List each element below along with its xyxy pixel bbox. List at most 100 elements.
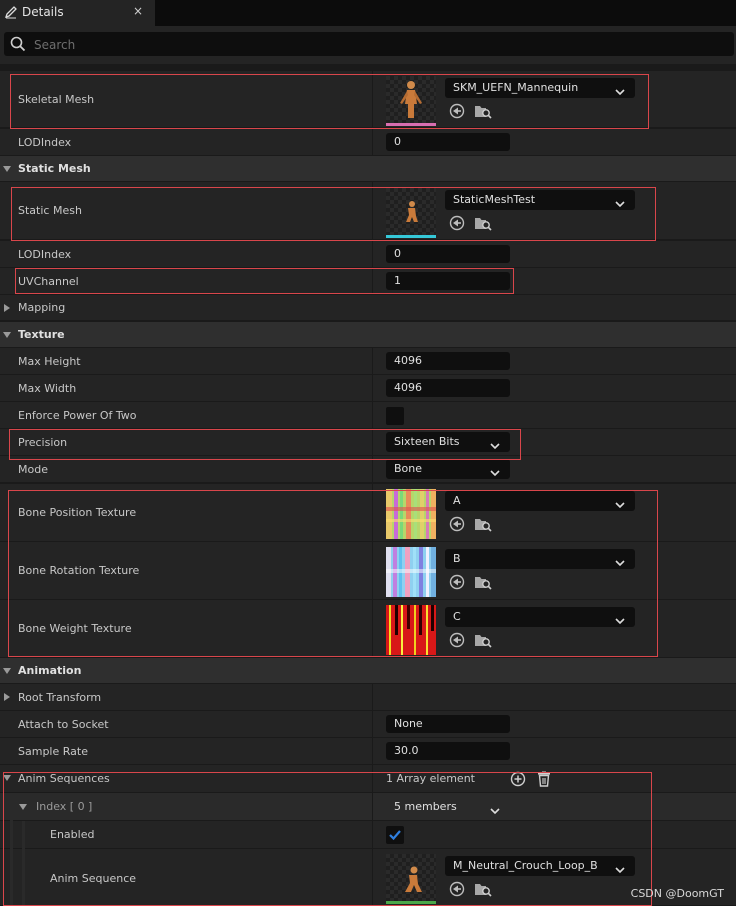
bone-weight-texture-thumbnail[interactable] — [386, 605, 436, 655]
add-element-icon[interactable] — [510, 771, 526, 790]
static-lodindex-input[interactable]: 0 — [386, 245, 510, 263]
bone-weight-texture-label: Bone Weight Texture — [18, 622, 132, 635]
row-max-width: Max Width 4096 — [0, 375, 736, 402]
anim-sequence-thumbnail[interactable] — [386, 854, 436, 904]
mode-dropdown[interactable]: Bone — [386, 459, 510, 479]
chevron-down-icon — [490, 802, 500, 822]
mode-label: Mode — [18, 463, 48, 476]
index-0-label: Index [ 0 ] — [36, 800, 93, 813]
browse-asset-icon[interactable] — [474, 215, 492, 234]
static-mesh-value: StaticMeshTest — [453, 193, 536, 206]
search-input[interactable] — [32, 35, 716, 55]
browse-asset-icon[interactable] — [474, 881, 492, 900]
use-selected-asset-icon[interactable] — [449, 103, 465, 122]
static-mesh-picker[interactable]: StaticMeshTest — [445, 190, 635, 210]
bone-rotation-texture-picker[interactable]: B — [445, 549, 635, 569]
bone-weight-texture-value: C — [453, 610, 461, 623]
uvchannel-label: UVChannel — [18, 275, 79, 288]
expand-arrow-icon — [3, 775, 11, 781]
row-static-lodindex: LODIndex 0 — [0, 241, 736, 268]
chevron-down-icon — [615, 554, 625, 574]
section-animation-title: Animation — [18, 664, 82, 677]
precision-label: Precision — [18, 436, 68, 449]
details-panel: Skeletal Mesh SKM_UEFN_Mannequin LODInde… — [0, 64, 736, 906]
use-selected-asset-icon[interactable] — [449, 632, 465, 651]
row-skeletal-lodindex: LODIndex 0 — [0, 129, 736, 156]
enabled-label: Enabled — [50, 828, 95, 841]
pen-icon — [4, 5, 18, 22]
section-texture-title: Texture — [18, 328, 65, 341]
row-root-transform[interactable]: Root Transform — [0, 684, 736, 711]
uvchannel-input[interactable]: 1 — [386, 272, 510, 290]
anim-sequence-picker[interactable]: M_Neutral_Crouch_Loop_B — [445, 856, 635, 876]
row-index-0[interactable]: Index [ 0 ] 5 members — [0, 793, 736, 821]
row-anim-sequences[interactable]: Anim Sequences 1 Array element — [0, 765, 736, 793]
expand-arrow-icon — [3, 668, 11, 674]
browse-asset-icon[interactable] — [474, 574, 492, 593]
row-precision: Precision Sixteen Bits — [0, 429, 736, 456]
chevron-down-icon — [615, 195, 625, 215]
collapse-arrow-icon — [4, 304, 10, 312]
browse-asset-icon[interactable] — [474, 632, 492, 651]
row-anim-sequence: Anim Sequence M_Neutral_Crouch_Loop_B — [0, 849, 736, 906]
row-enabled: Enabled — [0, 821, 736, 849]
search-icon — [10, 36, 26, 55]
section-mapping[interactable]: Mapping — [0, 295, 736, 321]
enforce-power-of-two-checkbox[interactable] — [386, 407, 404, 425]
static-mesh-thumbnail[interactable] — [386, 188, 436, 238]
skeletal-mesh-picker[interactable]: SKM_UEFN_Mannequin — [445, 78, 635, 98]
skeletal-mesh-thumbnail[interactable] — [386, 76, 436, 126]
max-height-input[interactable]: 4096 — [386, 352, 510, 370]
row-skeletal-mesh: Skeletal Mesh SKM_UEFN_Mannequin — [0, 71, 736, 128]
anim-sequences-count: 1 Array element — [386, 772, 475, 785]
close-icon[interactable]: × — [133, 4, 143, 18]
static-mesh-label: Static Mesh — [18, 204, 82, 217]
expand-arrow-icon — [19, 804, 27, 810]
row-max-height: Max Height 4096 — [0, 348, 736, 375]
bone-position-texture-picker[interactable]: A — [445, 491, 635, 511]
mode-value: Bone — [394, 462, 423, 475]
use-selected-asset-icon[interactable] — [449, 574, 465, 593]
bone-weight-texture-picker[interactable]: C — [445, 607, 635, 627]
chevron-down-icon — [490, 464, 500, 484]
chevron-down-icon — [615, 612, 625, 632]
bone-position-texture-label: Bone Position Texture — [18, 506, 137, 519]
expand-arrow-icon — [3, 166, 11, 172]
browse-asset-icon[interactable] — [474, 516, 492, 535]
enabled-checkbox[interactable] — [386, 826, 404, 844]
skeletal-lodindex-label: LODIndex — [18, 136, 72, 149]
bone-position-texture-thumbnail[interactable] — [386, 489, 436, 539]
chevron-down-icon — [615, 83, 625, 103]
row-static-mesh: Static Mesh StaticMeshTest — [0, 182, 736, 240]
use-selected-asset-icon[interactable] — [449, 516, 465, 535]
enforce-power-of-two-label: Enforce Power Of Two — [18, 409, 137, 422]
row-bone-rotation-texture: Bone Rotation Texture B — [0, 542, 736, 600]
section-static-mesh-title: Static Mesh — [18, 162, 91, 175]
search-box — [4, 32, 734, 56]
row-bone-position-texture: Bone Position Texture A — [0, 484, 736, 542]
index-0-members-dropdown[interactable]: 5 members — [386, 797, 510, 817]
precision-dropdown[interactable]: Sixteen Bits — [386, 432, 510, 452]
static-lodindex-label: LODIndex — [18, 248, 72, 261]
use-selected-asset-icon[interactable] — [449, 881, 465, 900]
anim-sequence-value: M_Neutral_Crouch_Loop_B — [453, 859, 598, 872]
trash-icon[interactable] — [537, 771, 551, 790]
sample-rate-input[interactable]: 30.0 — [386, 742, 510, 760]
row-bone-weight-texture: Bone Weight Texture C — [0, 600, 736, 658]
chevron-down-icon — [490, 437, 500, 457]
row-enforce-power-of-two: Enforce Power Of Two — [0, 402, 736, 429]
max-width-input[interactable]: 4096 — [386, 379, 510, 397]
row-attach-to-socket: Attach to Socket None — [0, 711, 736, 738]
section-texture[interactable]: Texture — [0, 322, 736, 348]
section-static-mesh[interactable]: Static Mesh — [0, 156, 736, 182]
search-bar — [0, 26, 736, 64]
attach-to-socket-input[interactable]: None — [386, 715, 510, 733]
browse-asset-icon[interactable] — [474, 103, 492, 122]
bone-rotation-texture-thumbnail[interactable] — [386, 547, 436, 597]
sample-rate-label: Sample Rate — [18, 745, 88, 758]
skeletal-lodindex-input[interactable]: 0 — [386, 133, 510, 151]
tab-details[interactable]: Details × — [0, 0, 155, 26]
max-width-label: Max Width — [18, 382, 77, 395]
use-selected-asset-icon[interactable] — [449, 215, 465, 234]
section-animation[interactable]: Animation — [0, 658, 736, 684]
